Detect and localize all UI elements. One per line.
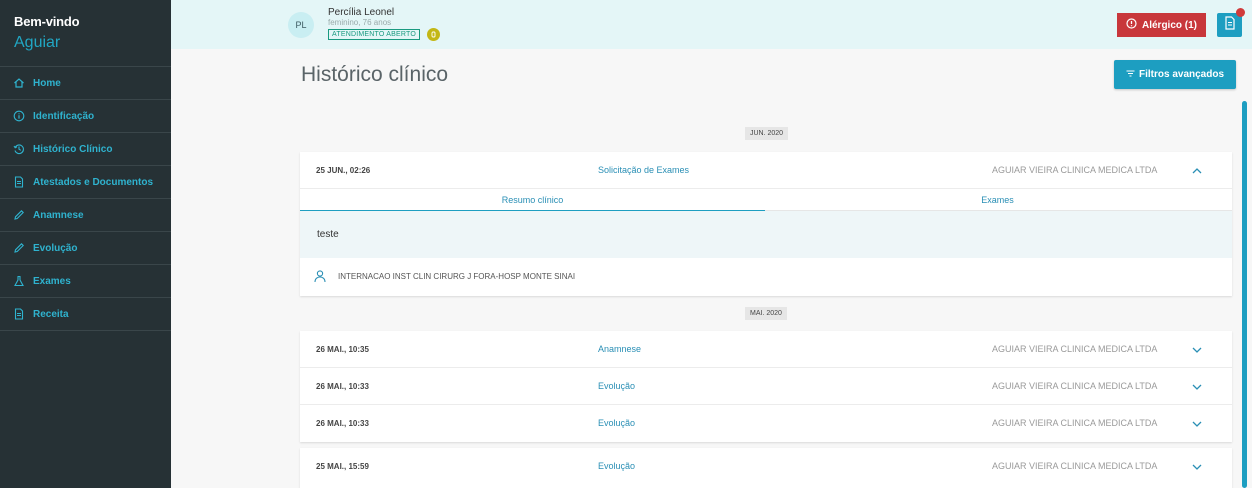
welcome-text: Bem-vindo <box>14 14 80 29</box>
allergy-label: Alérgico (1) <box>1141 19 1197 31</box>
record-clinic: AGUIAR VIEIRA CLINICA MEDICA LTDA <box>992 165 1158 175</box>
flask-icon <box>13 275 25 287</box>
record-type: Evolução <box>598 461 636 471</box>
sidebar-item-evolucao[interactable]: Evolução <box>0 232 171 265</box>
patient-name: Percília Leonel <box>328 7 395 18</box>
page-title: Histórico clínico <box>301 63 449 86</box>
record-list-card: 26 MAI., 10:35 Anamnese AGUIAR VIEIRA CL… <box>300 331 1232 442</box>
avatar: PL <box>288 12 314 38</box>
document-icon <box>1224 15 1236 35</box>
record-date: 25 MAI., 15:59 <box>316 462 369 471</box>
chevron-down-icon[interactable] <box>1190 343 1204 357</box>
alert-icon <box>1126 18 1137 32</box>
record-type: Evolução <box>598 381 636 391</box>
record-row[interactable]: 26 MAI., 10:33 Evolução AGUIAR VIEIRA CL… <box>300 368 1232 405</box>
sidebar: Bem-vindo Aguiar Home Identificação Hist… <box>0 0 171 488</box>
scrollbar[interactable] <box>1242 101 1247 488</box>
sidebar-item-label: Receita <box>33 308 69 320</box>
record-row[interactable]: 26 MAI., 10:35 Anamnese AGUIAR VIEIRA CL… <box>300 331 1232 368</box>
pencil-icon <box>13 242 25 254</box>
notification-dot <box>1236 8 1245 17</box>
sidebar-item-label: Identificação <box>33 110 95 122</box>
record-clinic: AGUIAR VIEIRA CLINICA MEDICA LTDA <box>992 381 1158 391</box>
record-date: 26 MAI., 10:33 <box>316 382 369 391</box>
record-clinic: AGUIAR VIEIRA CLINICA MEDICA LTDA <box>992 344 1158 354</box>
advanced-filters-button[interactable]: Filtros avançados <box>1114 60 1236 89</box>
record-date: 25 JUN., 02:26 <box>316 166 371 175</box>
user-icon <box>313 269 327 283</box>
sidebar-item-label: Exames <box>33 275 71 287</box>
record-tabs: Resumo clínico Exames <box>300 189 1232 211</box>
record-clinic: AGUIAR VIEIRA CLINICA MEDICA LTDA <box>992 461 1158 471</box>
welcome-block: Bem-vindo Aguiar <box>0 0 171 67</box>
sidebar-item-receita[interactable]: Receita <box>0 298 171 331</box>
user-name: Aguiar <box>14 34 61 51</box>
expanded-record-card: 25 JUN., 02:26 Solicitação de Exames AGU… <box>300 152 1232 296</box>
document-icon <box>13 176 25 188</box>
record-row-expanded[interactable]: 25 JUN., 02:26 Solicitação de Exames AGU… <box>300 152 1232 189</box>
filters-label: Filtros avançados <box>1138 69 1225 80</box>
record-row[interactable]: 26 MAI., 10:33 Evolução AGUIAR VIEIRA CL… <box>300 405 1232 442</box>
month-badge: JUN. 2020 <box>745 127 789 140</box>
patient-header: PL Percília Leonel feminino, 76 anos ATE… <box>171 0 1252 49</box>
sidebar-item-anamnese[interactable]: Anamnese <box>0 199 171 232</box>
record-type: Solicitação de Exames <box>598 165 690 175</box>
chevron-down-icon[interactable] <box>1190 460 1204 474</box>
tab-resumo-clinico[interactable]: Resumo clínico <box>300 189 765 211</box>
record-type: Evolução <box>598 418 636 428</box>
record-date: 26 MAI., 10:35 <box>316 345 369 354</box>
history-icon <box>13 143 25 155</box>
allergy-button[interactable]: Alérgico (1) <box>1117 13 1206 37</box>
sidebar-item-exames[interactable]: Exames <box>0 265 171 298</box>
pencil-icon <box>13 209 25 221</box>
sidebar-item-identificacao[interactable]: Identificação <box>0 100 171 133</box>
tab-exames[interactable]: Exames <box>765 189 1230 211</box>
record-row[interactable]: 25 MAI., 15:59 Evolução AGUIAR VIEIRA CL… <box>300 448 1232 485</box>
record-date: 26 MAI., 10:33 <box>316 419 369 428</box>
patient-info: feminino, 76 anos <box>328 18 392 27</box>
sidebar-item-atestados[interactable]: Atestados e Documentos <box>0 166 171 199</box>
record-type: Anamnese <box>598 344 642 354</box>
sidebar-item-label: Atestados e Documentos <box>33 176 154 188</box>
sidebar-item-label: Anamnese <box>33 209 84 221</box>
document-icon <box>13 308 25 320</box>
home-icon <box>13 77 25 89</box>
sidebar-item-home[interactable]: Home <box>0 67 171 100</box>
clinical-summary: teste <box>300 211 1232 258</box>
sidebar-item-label: Home <box>33 77 61 89</box>
sidebar-item-historico[interactable]: Histórico Clínico <box>0 133 171 166</box>
filter-icon <box>1126 69 1135 80</box>
internacao-text: INTERNACAO INST CLIN CIRURG J FORA-HOSP … <box>338 272 576 281</box>
record-list-card: 25 MAI., 15:59 Evolução AGUIAR VIEIRA CL… <box>300 448 1232 488</box>
info-icon <box>13 110 25 122</box>
internacao-entry: INTERNACAO INST CLIN CIRURG J FORA-HOSP … <box>300 258 1232 296</box>
month-badge: MAI. 2020 <box>745 307 787 320</box>
chevron-up-icon[interactable] <box>1190 164 1204 178</box>
sidebar-item-label: Evolução <box>33 242 78 254</box>
chevron-down-icon[interactable] <box>1190 417 1204 431</box>
status-badge: ATENDIMENTO ABERTO <box>328 29 420 40</box>
record-clinic: AGUIAR VIEIRA CLINICA MEDICA LTDA <box>992 418 1158 428</box>
sidebar-item-label: Histórico Clínico <box>33 143 113 155</box>
chevron-down-icon[interactable] <box>1190 380 1204 394</box>
coin-icon[interactable] <box>427 28 440 41</box>
